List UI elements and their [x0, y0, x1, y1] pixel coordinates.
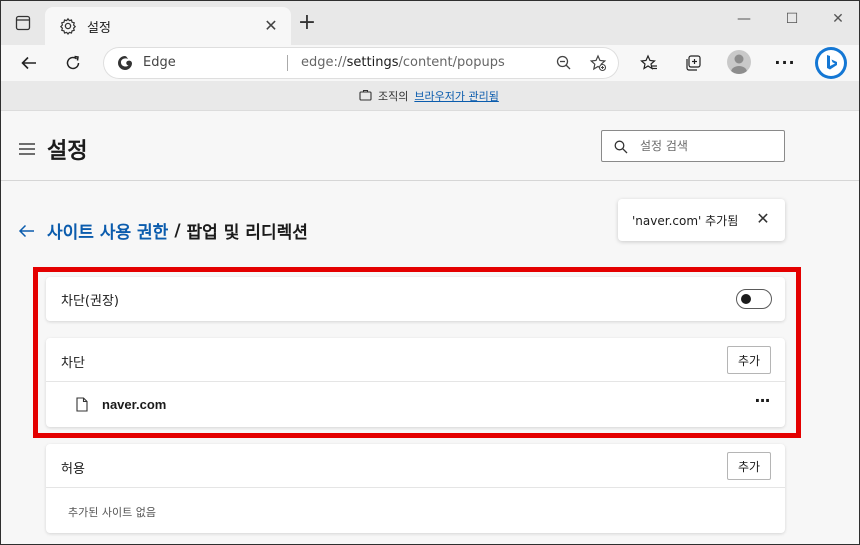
- allow-section-card: 허용 추가 추가된 사이트 없음: [46, 444, 785, 533]
- allow-add-button[interactable]: 추가: [727, 452, 771, 480]
- toast-message: 'naver.com' 추가됨: [632, 214, 739, 228]
- tab-actions-icon[interactable]: [9, 11, 37, 35]
- url-text[interactable]: edge://settings/content/popups: [301, 55, 505, 70]
- list-item: naver.com ···: [46, 383, 785, 427]
- file-icon: [76, 397, 88, 412]
- address-separator: [287, 55, 288, 71]
- block-recommended-label: 차단(권장): [61, 294, 119, 309]
- edge-label: Edge: [143, 55, 176, 70]
- managed-banner: 조직의 브라우저가 관리됨: [1, 81, 859, 111]
- breadcrumb-separator: /: [174, 220, 181, 241]
- settings-header: 설정: [1, 111, 859, 181]
- back-icon[interactable]: [17, 51, 41, 75]
- blocked-site-name: naver.com: [102, 397, 167, 412]
- tab-bar: 설정 ✕ + — ☐ ✕: [1, 1, 859, 45]
- zoom-out-icon[interactable]: [555, 54, 573, 72]
- refresh-icon[interactable]: [61, 51, 85, 75]
- settings-content: 사이트 사용 권한 / 팝업 및 리디렉션 'naver.com' 추가됨 ✕ …: [1, 182, 859, 544]
- managed-link[interactable]: 브라우저가 관리됨: [414, 88, 498, 104]
- browser-window: 설정 ✕ + — ☐ ✕ Edge edge://settings/conten…: [0, 0, 860, 545]
- banner-prefix: 조직의: [378, 90, 409, 103]
- bing-chat-icon[interactable]: [815, 47, 847, 79]
- profile-avatar[interactable]: [727, 50, 751, 74]
- block-recommended-toggle[interactable]: [736, 289, 772, 309]
- tab-title: 설정: [87, 21, 111, 36]
- new-tab-icon[interactable]: +: [297, 12, 317, 34]
- block-add-button[interactable]: 추가: [727, 346, 771, 374]
- breadcrumb: 사이트 사용 권한 / 팝업 및 리디렉션: [17, 218, 308, 243]
- briefcase-icon: [359, 89, 372, 104]
- navigation-bar: Edge edge://settings/content/popups ···: [1, 45, 859, 81]
- add-favorite-icon[interactable]: [589, 54, 607, 72]
- block-section-header: 차단 추가: [46, 338, 785, 382]
- address-bar[interactable]: Edge edge://settings/content/popups: [103, 47, 619, 79]
- added-toast: 'naver.com' 추가됨 ✕: [618, 199, 785, 241]
- minimize-icon[interactable]: —: [729, 11, 759, 27]
- close-tab-icon[interactable]: ✕: [261, 16, 281, 36]
- allow-section-header: 허용 추가: [46, 444, 785, 488]
- window-close-icon[interactable]: ✕: [823, 11, 853, 27]
- breadcrumb-site-permissions[interactable]: 사이트 사용 권한: [47, 218, 168, 243]
- toggle-knob: [741, 294, 751, 304]
- block-recommended-card: 차단(권장): [46, 277, 785, 321]
- favorites-icon[interactable]: [637, 51, 661, 75]
- toast-close-icon[interactable]: ✕: [754, 210, 772, 228]
- gear-icon: [59, 17, 77, 35]
- tab-settings[interactable]: 설정 ✕: [45, 7, 291, 45]
- allow-empty-text: 추가된 사이트 없음: [68, 506, 156, 519]
- maximize-icon[interactable]: ☐: [777, 11, 807, 27]
- collections-icon[interactable]: [681, 51, 705, 75]
- edge-logo-icon: [117, 55, 133, 71]
- allow-section-title: 허용: [61, 462, 85, 477]
- breadcrumb-current: 팝업 및 리디렉션: [186, 223, 308, 243]
- back-arrow-icon[interactable]: [17, 221, 37, 241]
- search-input[interactable]: [640, 137, 778, 155]
- search-icon: [614, 139, 628, 154]
- block-section-card: 차단 추가 naver.com ···: [46, 338, 785, 427]
- site-more-icon[interactable]: ···: [752, 393, 772, 413]
- more-options-icon[interactable]: ···: [773, 51, 797, 75]
- page-title: 설정: [47, 139, 88, 164]
- settings-search[interactable]: [601, 130, 785, 162]
- menu-icon[interactable]: [19, 140, 35, 155]
- block-section-title: 차단: [61, 356, 85, 371]
